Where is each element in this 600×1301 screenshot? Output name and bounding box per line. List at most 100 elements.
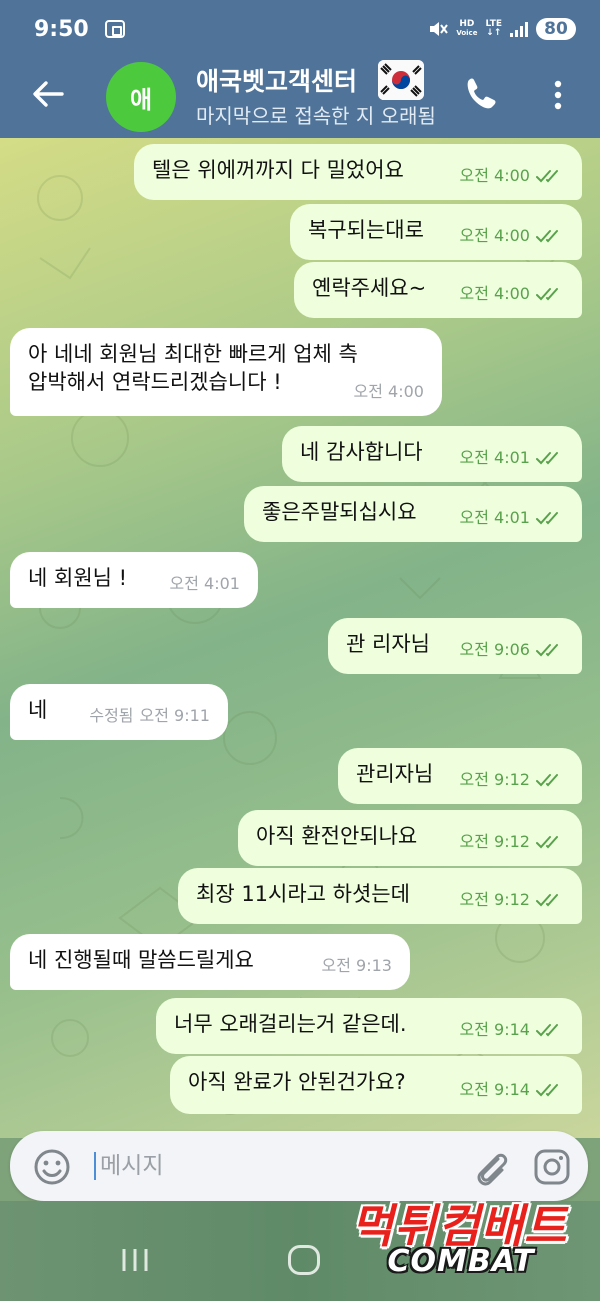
double-check-icon — [536, 644, 558, 657]
message-time: 오전 4:01 — [169, 574, 240, 593]
message-meta: 오전 9:12 — [460, 828, 564, 856]
message-text-line-2: 압박해서 연락드리겠습니다 ! — [28, 370, 282, 394]
outgoing-message[interactable]: 좋은주말되십시요 오전 4:01 — [244, 486, 582, 542]
message-text: 아직 환전안되나요 — [256, 824, 418, 848]
message-time: 오전 9:12 — [459, 890, 530, 909]
message-meta: 오전 4:00 — [354, 378, 424, 406]
hd-voice-indicator: HD Voice — [456, 20, 477, 38]
outgoing-message[interactable]: 아직 완료가 안된건가요? 오전 9:14 — [170, 1056, 582, 1114]
voice-label: Voice — [456, 29, 478, 37]
message-meta: 오전 9:12 — [460, 886, 564, 914]
incoming-message[interactable]: 네 진행될때 말씀드릴게요 오전 9:13 — [10, 934, 410, 990]
chat-title[interactable]: 애국벳고객센터 — [196, 62, 357, 98]
phone-icon[interactable] — [462, 74, 498, 114]
message-time: 오전 9:14 — [459, 1020, 530, 1039]
status-time: 9:50 — [34, 16, 89, 42]
message-meta: 오전 4:00 — [460, 162, 564, 190]
double-check-icon — [536, 1024, 558, 1037]
message-time: 오전 4:00 — [459, 284, 530, 303]
outgoing-message[interactable]: 아직 환전안되나요 오전 9:12 — [238, 810, 582, 866]
double-check-icon — [536, 836, 558, 849]
message-meta: 오전 4:01 — [460, 504, 564, 532]
message-input[interactable] — [100, 1145, 430, 1187]
camera-icon[interactable] — [532, 1147, 572, 1187]
outgoing-message[interactable]: 관 리자님 오전 9:06 — [328, 618, 582, 674]
message-text: 네 진행될때 말씀드릴게요 — [28, 948, 254, 972]
battery-indicator: 80 — [536, 18, 576, 40]
double-check-icon — [536, 1084, 558, 1097]
chat-header: 애 애국벳고객센터 마지막으로 접속한 지 오래됨 — [0, 58, 600, 138]
double-check-icon — [536, 894, 558, 907]
message-text: 아 네네 회원님 최대한 빠르게 업체 측 — [28, 342, 358, 366]
outgoing-message[interactable]: 옌락주세요~ 오전 4:00 — [294, 262, 582, 318]
edited-label: 수정됨 — [89, 706, 134, 725]
message-time: 오전 9:13 — [321, 956, 392, 975]
message-time: 오전 9:14 — [459, 1080, 530, 1099]
double-check-icon — [536, 774, 558, 787]
incoming-message[interactable]: 네 회원님 ! 오전 4:01 — [10, 552, 258, 608]
outgoing-message[interactable]: 최장 11시라고 하셧는데 오전 9:12 — [178, 868, 582, 924]
message-meta: 오전 9:13 — [322, 952, 392, 980]
recent-apps-icon[interactable] — [120, 1247, 150, 1273]
message-meta: 오전 9:12 — [460, 766, 564, 794]
incoming-message[interactable]: 아 네네 회원님 최대한 빠르게 업체 측압박해서 연락드리겠습니다 ! 오전 4… — [10, 328, 442, 416]
message-text: 아직 완료가 안된건가요? — [188, 1070, 406, 1094]
message-text: 너무 오래걸리는거 같은데. — [174, 1012, 407, 1036]
message-meta: 오전 4:01 — [170, 570, 240, 598]
outgoing-message[interactable]: 너무 오래걸리는거 같은데. 오전 9:14 — [156, 998, 582, 1054]
message-time: 오전 4:00 — [353, 382, 424, 401]
outgoing-message[interactable]: 네 감사합니다 오전 4:01 — [282, 426, 582, 482]
message-text: 최장 11시라고 하셧는데 — [196, 882, 410, 906]
message-meta: 오전 9:14 — [460, 1016, 564, 1044]
watermark-subtitle: COMBAT — [387, 1244, 535, 1279]
home-button[interactable] — [288, 1245, 320, 1275]
double-check-icon — [536, 288, 558, 301]
hd-label: HD — [459, 19, 475, 29]
message-meta: 오전 9:06 — [460, 636, 564, 664]
message-text: 네 감사합니다 — [300, 440, 423, 464]
outgoing-message[interactable]: 텔은 위에꺼까지 다 밀었어요 오전 4:00 — [134, 144, 582, 200]
double-check-icon — [536, 512, 558, 525]
outgoing-message[interactable]: 관리자님 오전 9:12 — [338, 748, 582, 804]
signal-icon — [510, 21, 528, 37]
back-arrow-icon[interactable] — [28, 74, 68, 114]
chat-area[interactable]: 텔은 위에꺼까지 다 밀었어요 오전 4:00 복구되는대로 오전 4:00 옌락주세요… — [0, 138, 600, 1138]
message-time: 오전 9:11 — [139, 706, 210, 725]
chat-subtitle: 마지막으로 접속한 지 오래됨 — [196, 104, 436, 128]
message-time: 오전 4:01 — [459, 448, 530, 467]
outgoing-message[interactable]: 복구되는대로 오전 4:00 — [290, 204, 582, 260]
message-time: 오전 4:00 — [459, 226, 530, 245]
message-meta: 오전 4:01 — [460, 444, 564, 472]
message-text: 좋은주말되십시요 — [262, 500, 417, 524]
korea-flag-icon — [378, 60, 424, 100]
paperclip-icon[interactable] — [468, 1145, 512, 1189]
double-check-icon — [536, 452, 558, 465]
message-text: 복구되는대로 — [308, 218, 424, 242]
message-time: 오전 9:12 — [459, 832, 530, 851]
double-check-icon — [536, 170, 558, 183]
message-text: 관리자님 — [356, 762, 434, 786]
avatar[interactable]: 애 — [106, 62, 176, 132]
status-bar: 9:50 HD Voice LTE ↓↑ 80 — [0, 0, 600, 58]
text-caret — [94, 1152, 96, 1180]
message-text: 텔은 위에꺼까지 다 밀었어요 — [152, 158, 404, 182]
message-text: 옌락주세요~ — [312, 276, 427, 300]
message-time: 오전 9:06 — [459, 640, 530, 659]
mute-icon — [430, 22, 449, 36]
message-text: 관 리자님 — [346, 632, 430, 656]
message-text: 네 회원님 ! — [28, 566, 128, 590]
incoming-message[interactable]: 네 수정됨 오전 9:11 — [10, 684, 228, 740]
message-meta: 오전 9:14 — [460, 1076, 564, 1104]
more-vertical-icon[interactable] — [546, 76, 570, 116]
lte-indicator: LTE ↓↑ — [485, 19, 502, 38]
message-meta: 오전 4:00 — [460, 280, 564, 308]
screen-record-icon — [104, 20, 125, 38]
watermark-logo: 먹튀컴배트 COMBAT — [328, 1190, 590, 1290]
double-check-icon — [536, 230, 558, 243]
emoji-icon[interactable] — [32, 1147, 72, 1187]
message-text: 네 — [28, 698, 48, 722]
message-time: 오전 4:00 — [459, 166, 530, 185]
status-indicators: HD Voice LTE ↓↑ 80 — [428, 18, 576, 40]
message-time: 오전 9:12 — [459, 770, 530, 789]
message-meta: 오전 4:00 — [460, 222, 564, 250]
